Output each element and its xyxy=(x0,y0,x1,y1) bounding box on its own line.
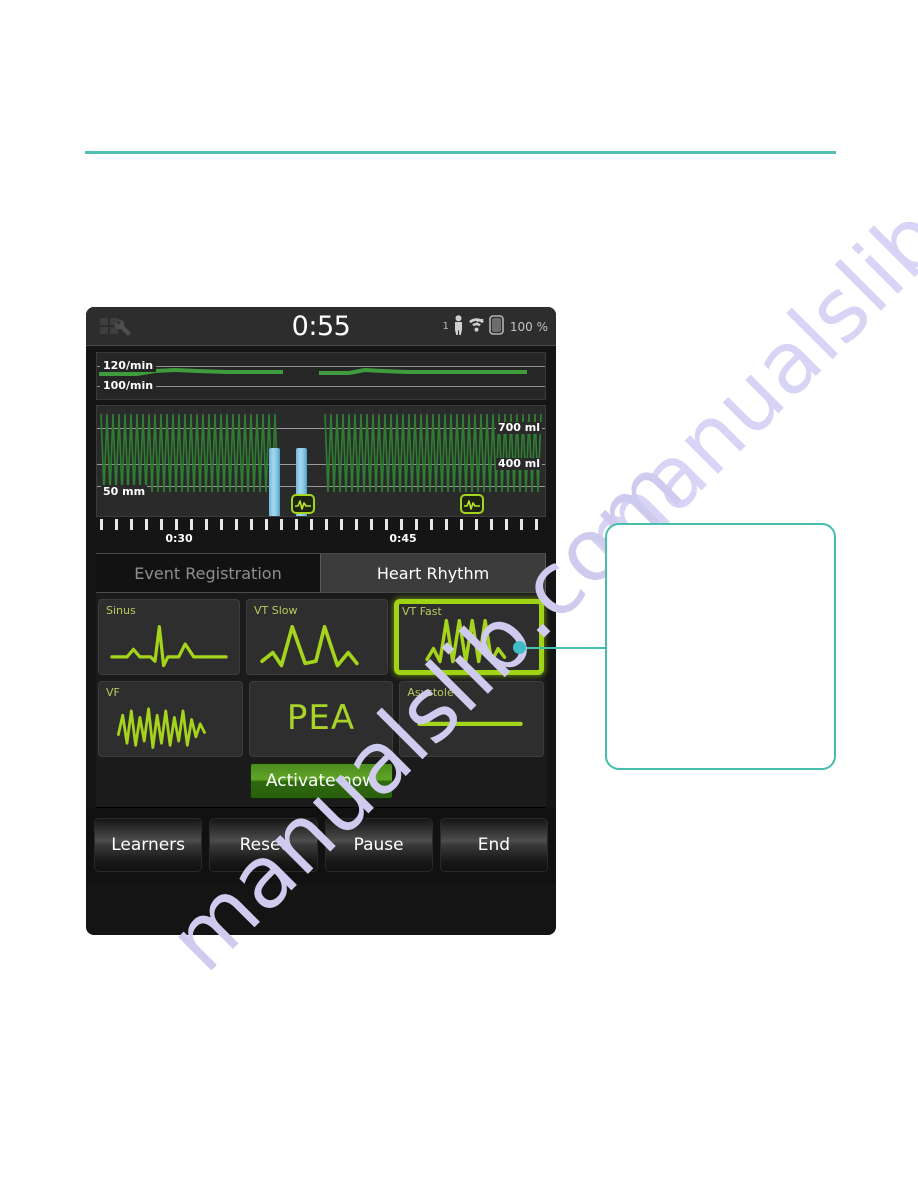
rhythm-option-asystole[interactable]: Asystole xyxy=(399,681,545,757)
vt-fast-waveform-icon xyxy=(425,618,507,664)
callout-leader-line xyxy=(519,647,607,649)
nav-button-label: Reset xyxy=(239,835,288,855)
rhythm-option-vf[interactable]: VF xyxy=(98,681,243,757)
status-indicators: 1 100 % xyxy=(442,315,548,339)
tab-label: Heart Rhythm xyxy=(376,563,490,583)
battery-percent-label: 100 % xyxy=(509,320,548,334)
compression-depth-waveform: 700 ml 400 ml 50 mm xyxy=(96,405,546,517)
nav-button-label: End xyxy=(477,835,511,855)
battery-icon xyxy=(489,315,504,339)
status-bar: 0:55 1 100 % xyxy=(86,307,556,346)
callout-anchor-dot xyxy=(513,641,526,654)
rhythm-label: VT Slow xyxy=(254,604,298,617)
bottom-navigation-bar: Learners Reset Pause End xyxy=(86,808,556,884)
compression-rate-trend: 120/min 100/min xyxy=(96,352,546,400)
ruler-tick xyxy=(160,519,163,530)
ruler-tick xyxy=(520,519,523,530)
ruler-tick xyxy=(190,519,193,530)
ventilation-bar xyxy=(269,448,280,516)
rhythm-label: VF xyxy=(106,686,120,699)
learner-count-label: 1 xyxy=(442,321,449,332)
ruler-tick xyxy=(430,519,433,530)
ruler-tick xyxy=(490,519,493,530)
end-button[interactable]: End xyxy=(439,818,548,872)
ruler-tick xyxy=(505,519,508,530)
ruler-tick xyxy=(460,519,463,530)
nav-button-label: Learners xyxy=(111,835,186,855)
callout-box xyxy=(605,523,836,770)
nav-button-label: Pause xyxy=(353,835,404,855)
depth-scale-label: 50 mm xyxy=(101,485,148,498)
ruler-tick xyxy=(370,519,373,530)
ruler-tick xyxy=(220,519,223,530)
rhythm-option-pea[interactable]: PEA PEA xyxy=(248,681,394,757)
ruler-tick xyxy=(235,519,238,530)
rate-label-upper: 120/min xyxy=(100,360,157,372)
device-screen: 120/min 100/min 700 ml 400 ml 50 mm 0:30… xyxy=(86,346,556,808)
heart-rhythm-panel: Sinus VT Slow VT Fast VF PEA Asystole Ac… xyxy=(96,593,546,808)
rhythm-label: Asystole xyxy=(407,686,454,699)
ruler-time-label: 0:30 xyxy=(165,532,193,545)
ruler-tick xyxy=(535,519,538,530)
ruler-tick xyxy=(310,519,313,530)
wifi-icon xyxy=(468,317,485,337)
ruler-tick xyxy=(445,519,448,530)
rate-label-lower: 100/min xyxy=(100,380,157,392)
rhythm-row: Sinus VT Slow VT Fast xyxy=(98,599,544,675)
ruler-tick xyxy=(115,519,118,530)
ruler-tick xyxy=(100,519,103,530)
ruler-tick xyxy=(400,519,403,530)
page-top-divider xyxy=(85,151,836,154)
ecg-analysis-icon[interactable] xyxy=(291,494,315,514)
vf-waveform-icon xyxy=(116,707,206,749)
ruler-tick xyxy=(205,519,208,530)
learners-button[interactable]: Learners xyxy=(94,818,203,872)
sinus-waveform-icon xyxy=(110,625,228,668)
rhythm-row: VF PEA PEA Asystole xyxy=(98,681,545,757)
rate-trend-line xyxy=(99,368,527,376)
simulator-device: 0:55 1 100 % 120/min 100/min 700 ml 400 … xyxy=(86,307,556,935)
person-icon xyxy=(453,315,464,339)
rhythm-option-sinus[interactable]: Sinus xyxy=(98,599,240,675)
ruler-tick xyxy=(355,519,358,530)
ruler-tick xyxy=(145,519,148,530)
ruler-tick xyxy=(265,519,268,530)
ruler-tick xyxy=(340,519,343,530)
activate-now-button[interactable]: Activate now xyxy=(249,763,393,799)
volume-label-lower: 400 ml xyxy=(495,457,542,470)
activate-now-label: Activate now xyxy=(265,771,377,791)
ruler-tick xyxy=(130,519,133,530)
ruler-tick xyxy=(415,519,418,530)
rhythm-option-vt-slow[interactable]: VT Slow xyxy=(246,599,388,675)
section-tabs: Event Registration Heart Rhythm xyxy=(96,553,546,593)
watermark-text-primary: manualslib.com xyxy=(560,38,918,591)
ruler-tick xyxy=(280,519,283,530)
vt-slow-waveform-icon xyxy=(260,624,359,668)
rhythm-label: Sinus xyxy=(106,604,136,617)
tab-label: Event Registration xyxy=(134,563,282,583)
asystole-flatline-icon xyxy=(417,721,524,726)
timeline-ruler[interactable]: 0:30 0:45 xyxy=(96,519,546,553)
pause-button[interactable]: Pause xyxy=(324,818,433,872)
ruler-tick xyxy=(475,519,478,530)
reset-button[interactable]: Reset xyxy=(209,818,318,872)
volume-label-upper: 700 ml xyxy=(495,421,542,434)
rhythm-option-vt-fast[interactable]: VT Fast xyxy=(394,599,544,675)
ruler-tick xyxy=(295,519,298,530)
ruler-tick xyxy=(250,519,253,530)
tab-heart-rhythm[interactable]: Heart Rhythm xyxy=(320,554,546,592)
rhythm-label: VT Fast xyxy=(402,605,442,618)
ruler-tick xyxy=(385,519,388,530)
ecg-analysis-icon[interactable] xyxy=(460,494,484,514)
ruler-tick xyxy=(175,519,178,530)
pea-label: PEA xyxy=(286,698,356,738)
tab-event-registration[interactable]: Event Registration xyxy=(96,554,320,592)
ruler-time-label: 0:45 xyxy=(389,532,417,545)
ruler-tick xyxy=(325,519,328,530)
activate-row: Activate now xyxy=(98,763,544,799)
